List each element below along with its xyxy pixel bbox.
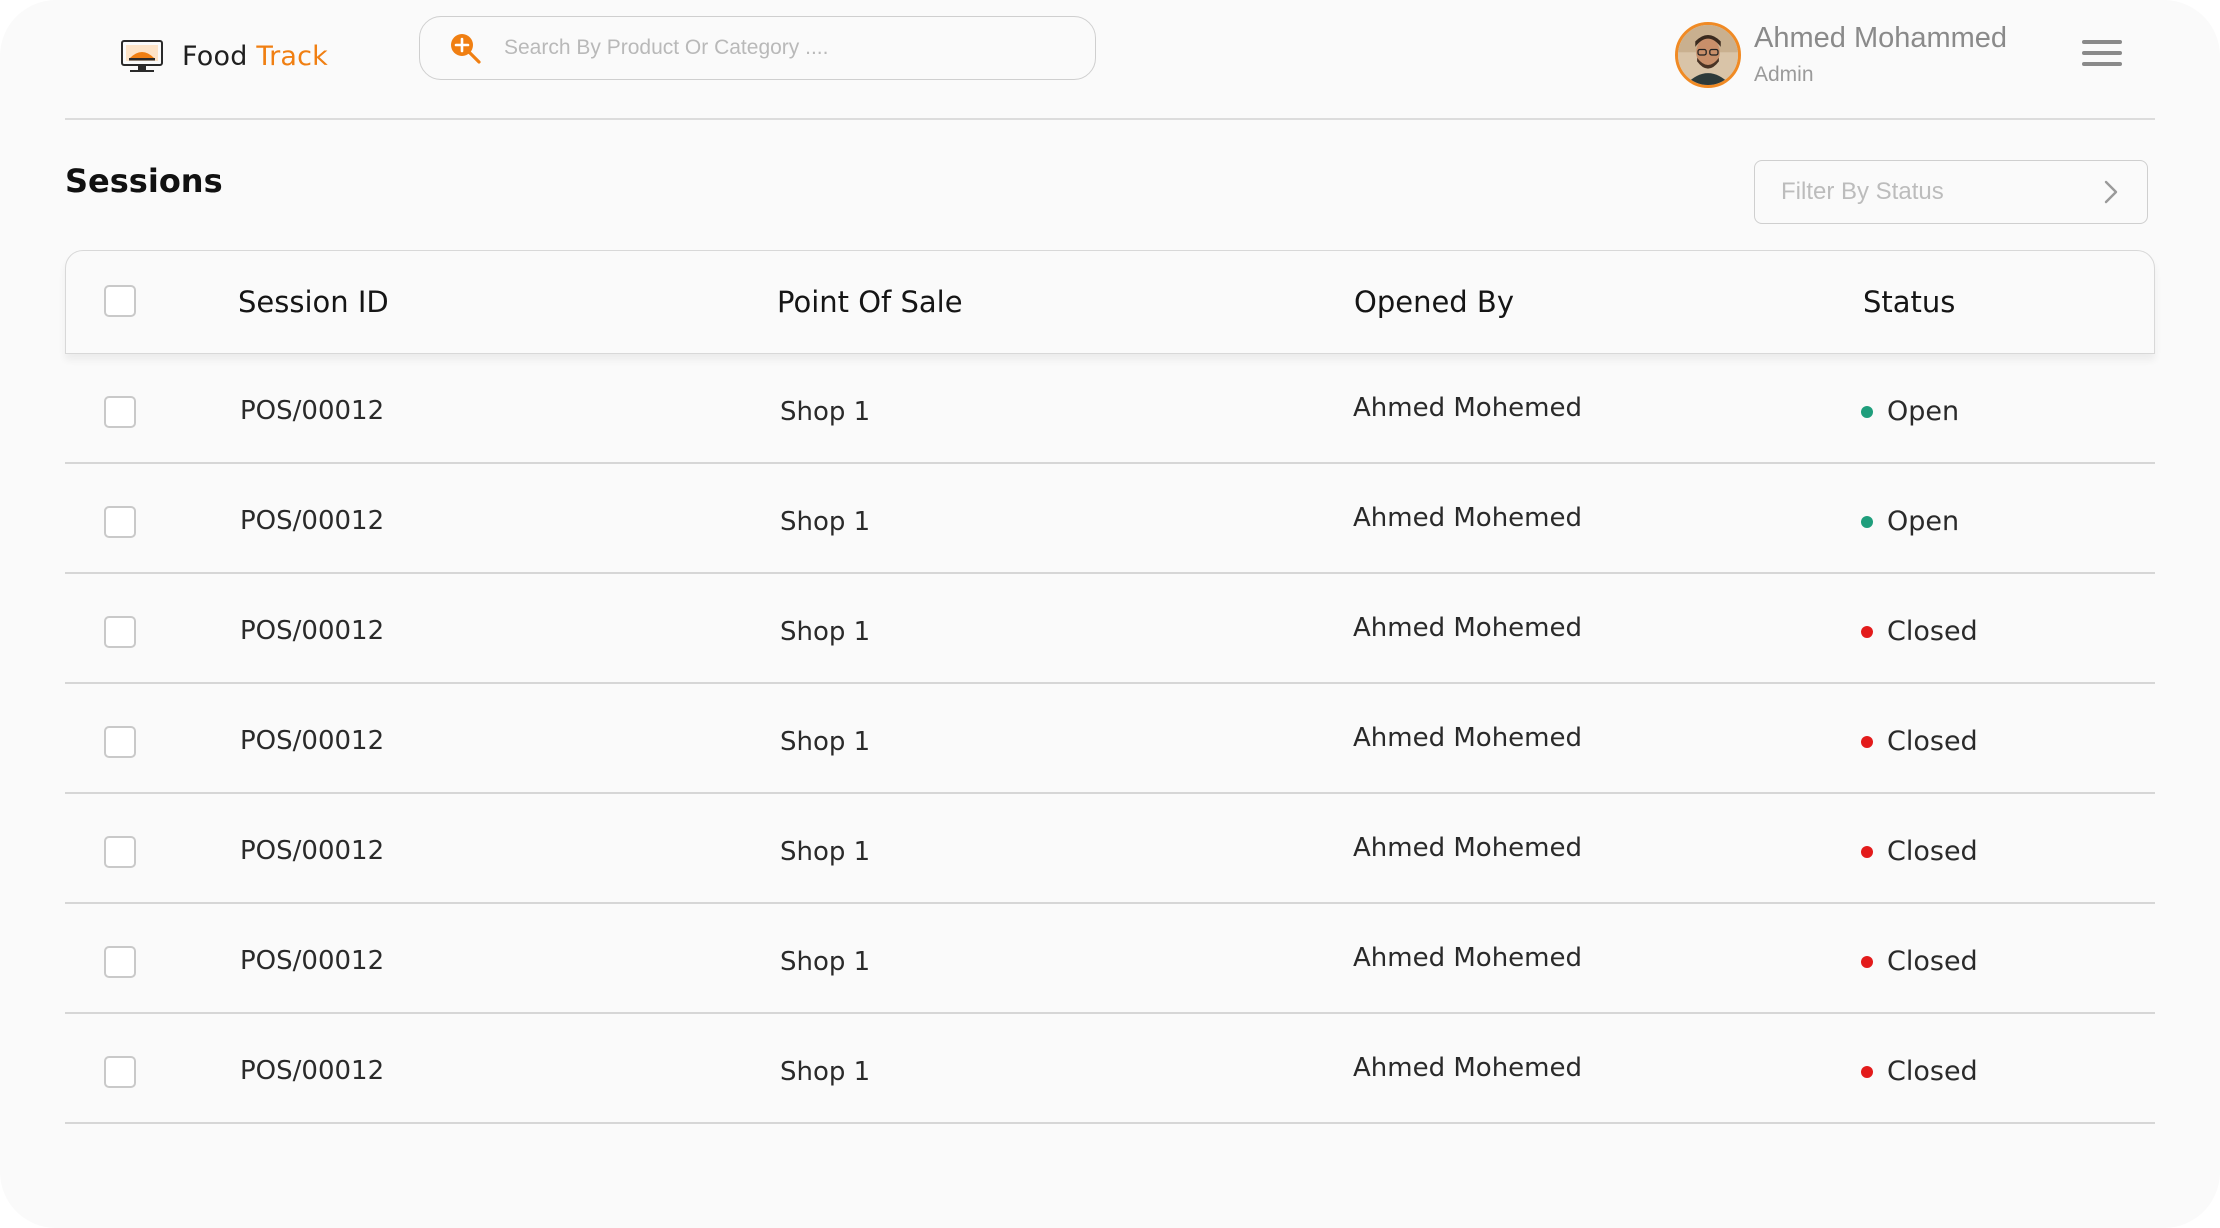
status-dot	[1861, 845, 1873, 858]
status-dot	[1861, 955, 1873, 968]
menu-line	[2082, 51, 2122, 55]
status-badge: Closed	[1861, 1056, 1978, 1087]
table-row[interactable]: POS/00012 Shop 1 Ahmed Mohemed Closed	[65, 904, 2155, 1014]
row-checkbox[interactable]	[104, 946, 136, 978]
status-text: Closed	[1887, 616, 1978, 647]
status-dot	[1861, 1065, 1873, 1078]
status-dot	[1861, 735, 1873, 748]
status-dot	[1861, 515, 1873, 528]
status-badge: Open	[1861, 506, 1959, 537]
point-of-sale-cell: Shop 1	[780, 727, 871, 757]
opened-by-cell: Ahmed Mohemed	[1353, 1053, 1582, 1083]
page-title: Sessions	[65, 162, 223, 200]
row-checkbox[interactable]	[104, 726, 136, 758]
status-text: Closed	[1887, 946, 1978, 977]
avatar[interactable]	[1675, 22, 1741, 88]
opened-by-cell: Ahmed Mohemed	[1353, 723, 1582, 753]
session-id-cell: POS/00012	[240, 1056, 385, 1086]
status-text: Closed	[1887, 1056, 1978, 1087]
row-checkbox[interactable]	[104, 396, 136, 428]
column-header-opened-by[interactable]: Opened By	[1354, 285, 1514, 319]
chevron-right-icon	[2104, 180, 2118, 204]
brand-word-track: Track	[256, 40, 328, 72]
row-checkbox[interactable]	[104, 1056, 136, 1088]
opened-by-cell: Ahmed Mohemed	[1353, 503, 1582, 533]
table-row[interactable]: POS/00012 Shop 1 Ahmed Mohemed Open	[65, 354, 2155, 464]
user-name: Ahmed Mohammed	[1754, 22, 2008, 54]
opened-by-cell: Ahmed Mohemed	[1353, 393, 1582, 423]
brand-logo[interactable]: Food Track	[120, 36, 328, 76]
column-header-session-id[interactable]: Session ID	[238, 285, 389, 319]
status-badge: Closed	[1861, 726, 1978, 757]
app-window: Food Track Ahmed Mohammed Admin Sessions	[0, 0, 2220, 1228]
session-id-cell: POS/00012	[240, 506, 385, 536]
session-id-cell: POS/00012	[240, 616, 385, 646]
point-of-sale-cell: Shop 1	[780, 397, 871, 427]
search-input[interactable]	[504, 36, 1064, 60]
status-filter-select[interactable]: Filter By Status	[1754, 160, 2148, 224]
column-header-status[interactable]: Status	[1863, 285, 1955, 319]
user-avatar-image	[1678, 25, 1738, 85]
header-divider	[65, 118, 2155, 120]
row-checkbox[interactable]	[104, 616, 136, 648]
status-badge: Open	[1861, 396, 1959, 427]
status-text: Closed	[1887, 726, 1978, 757]
search-box[interactable]	[419, 16, 1096, 80]
brand-name: Food Track	[182, 41, 328, 72]
point-of-sale-cell: Shop 1	[780, 947, 871, 977]
table-header: Session ID Point Of Sale Opened By Statu…	[65, 250, 2155, 354]
session-id-cell: POS/00012	[240, 836, 385, 866]
monitor-food-icon	[121, 40, 163, 72]
opened-by-cell: Ahmed Mohemed	[1353, 833, 1582, 863]
status-text: Open	[1887, 396, 1960, 427]
status-dot	[1861, 625, 1873, 638]
session-id-cell: POS/00012	[240, 396, 385, 426]
point-of-sale-cell: Shop 1	[780, 1057, 871, 1087]
table-row[interactable]: POS/00012 Shop 1 Ahmed Mohemed Closed	[65, 794, 2155, 904]
menu-line	[2082, 62, 2122, 66]
table-row[interactable]: POS/00012 Shop 1 Ahmed Mohemed Closed	[65, 574, 2155, 684]
point-of-sale-cell: Shop 1	[780, 837, 871, 867]
brand-word-food: Food	[182, 40, 248, 72]
column-header-point-of-sale[interactable]: Point Of Sale	[777, 285, 963, 319]
table-row[interactable]: POS/00012 Shop 1 Ahmed Mohemed Closed	[65, 1014, 2155, 1124]
user-role: Admin	[1754, 63, 1814, 86]
row-checkbox[interactable]	[104, 836, 136, 868]
status-text: Open	[1887, 506, 1960, 537]
status-badge: Closed	[1861, 946, 1978, 977]
session-id-cell: POS/00012	[240, 946, 385, 976]
table-row[interactable]: POS/00012 Shop 1 Ahmed Mohemed Open	[65, 464, 2155, 574]
status-dot	[1861, 405, 1873, 418]
hamburger-menu-icon[interactable]	[2082, 40, 2122, 72]
point-of-sale-cell: Shop 1	[780, 617, 871, 647]
filter-label: Filter By Status	[1781, 178, 1944, 205]
status-text: Closed	[1887, 836, 1978, 867]
point-of-sale-cell: Shop 1	[780, 507, 871, 537]
session-id-cell: POS/00012	[240, 726, 385, 756]
status-badge: Closed	[1861, 836, 1978, 867]
table-row[interactable]: POS/00012 Shop 1 Ahmed Mohemed Closed	[65, 684, 2155, 794]
opened-by-cell: Ahmed Mohemed	[1353, 943, 1582, 973]
search-add-icon	[451, 34, 481, 64]
menu-line	[2082, 40, 2122, 44]
row-checkbox[interactable]	[104, 506, 136, 538]
status-badge: Closed	[1861, 616, 1978, 647]
select-all-checkbox[interactable]	[104, 285, 136, 317]
opened-by-cell: Ahmed Mohemed	[1353, 613, 1582, 643]
